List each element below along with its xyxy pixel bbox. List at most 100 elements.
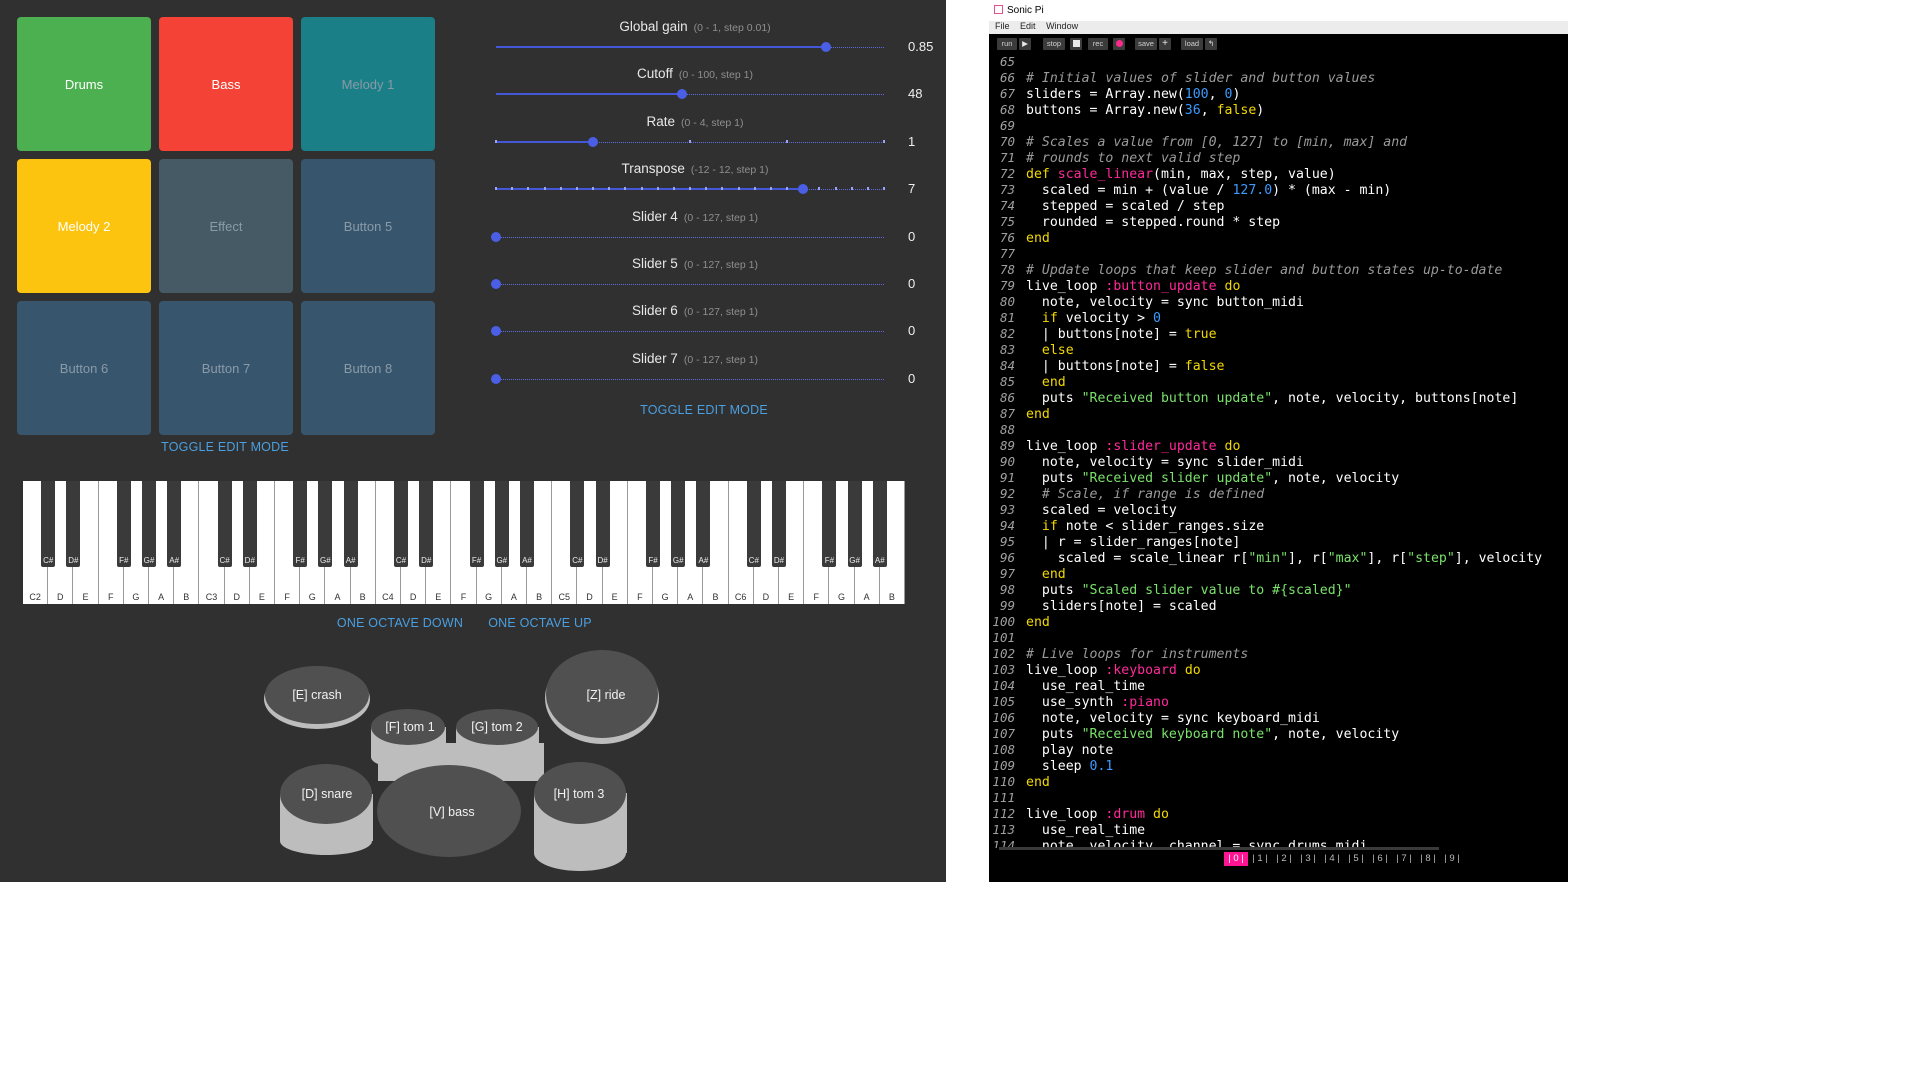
pad-button-5[interactable]: Effect <box>159 159 293 293</box>
piano-black-key[interactable]: C# <box>394 481 408 567</box>
piano-key-label: D# <box>773 556 785 565</box>
plus-icon[interactable]: + <box>1159 38 1171 50</box>
line-number: 100 <box>992 614 1015 629</box>
octave-up-button[interactable]: ONE OCTAVE UP <box>480 616 600 630</box>
editor-scrollbar[interactable] <box>999 847 1439 850</box>
menu-window[interactable]: Window <box>1046 21 1078 31</box>
drum-bass[interactable]: [V] bass <box>377 765 521 857</box>
code-line: 66 # Initial values of slider and button … <box>989 70 1375 86</box>
piano-black-key[interactable]: A# <box>167 481 182 567</box>
drum-tom-3[interactable]: [H] tom 3 <box>534 762 627 871</box>
load-button[interactable]: load <box>1181 38 1203 50</box>
pad-button-3[interactable]: Melody 1 <box>301 17 435 151</box>
slider-track[interactable] <box>496 378 884 380</box>
buffer-tab-5[interactable]: | 5 | <box>1344 852 1368 866</box>
buffer-tab-4[interactable]: | 4 | <box>1320 852 1344 866</box>
buffer-tab-6[interactable]: | 6 | <box>1368 852 1392 866</box>
record-icon[interactable] <box>1113 38 1125 50</box>
piano-black-key[interactable]: F# <box>469 481 484 567</box>
drum-snare[interactable]: [D] snare <box>280 764 373 855</box>
piano-black-key[interactable]: A# <box>520 481 534 567</box>
piano-black-key[interactable]: A# <box>872 481 887 567</box>
drum-ride[interactable]: [Z] ride <box>545 650 659 744</box>
piano-black-key[interactable]: A# <box>343 481 358 567</box>
buffer-tab-0[interactable]: | 0 | <box>1224 852 1248 866</box>
slider-title: Slider 5 (0 - 127, step 1) <box>490 256 900 271</box>
piano-key-label: D# <box>421 556 432 565</box>
drum-tom-2[interactable]: [G] tom 2 <box>456 709 539 769</box>
piano-black-key[interactable]: G# <box>494 481 509 567</box>
piano-black-key[interactable]: A# <box>696 481 711 567</box>
pad-button-8[interactable]: Button 7 <box>159 301 293 435</box>
load-icon[interactable]: ↰ <box>1205 38 1217 50</box>
drum-tom-1[interactable]: [F] tom 1 <box>371 709 446 769</box>
slider-track[interactable] <box>496 236 884 238</box>
piano-key-label: A <box>687 592 694 602</box>
stop-icon[interactable] <box>1070 38 1082 50</box>
play-icon[interactable]: ▶ <box>1019 38 1031 50</box>
slider-thumb[interactable] <box>491 373 501 384</box>
buffer-tab-8[interactable]: | 8 | <box>1416 852 1440 866</box>
slider-thumb[interactable] <box>820 42 831 52</box>
code-token: # Live loops for instruments <box>1026 647 1249 662</box>
buffer-tab-7[interactable]: | 7 | <box>1392 852 1416 866</box>
pad-button-7[interactable]: Button 6 <box>17 301 151 435</box>
pads-toggle-edit-mode-button[interactable]: TOGGLE EDIT MODE <box>150 440 300 454</box>
piano-black-key[interactable]: D# <box>772 481 786 567</box>
piano-black-key[interactable]: G# <box>142 481 156 567</box>
piano-black-key[interactable]: C# <box>217 481 232 567</box>
piano-black-key[interactable]: D# <box>419 481 434 567</box>
sonic-pi-window: Sonic Pi File Edit Window run ▶ stop rec… <box>989 0 1568 882</box>
code-token: puts <box>1026 391 1082 406</box>
buffer-tab-2[interactable]: | 2 | <box>1272 852 1296 866</box>
slider-step-tick <box>689 187 691 191</box>
pad-button-2[interactable]: Bass <box>159 17 293 151</box>
piano-black-key[interactable]: F# <box>293 481 308 567</box>
line-number: 104 <box>992 678 1015 693</box>
drum-crash[interactable]: [E] crash <box>264 666 370 729</box>
pad-button-1[interactable]: Drums <box>17 17 151 151</box>
menu-bar: File Edit Window <box>989 21 1568 34</box>
line-number: 110 <box>992 774 1015 789</box>
slider-thumb[interactable] <box>491 231 501 242</box>
piano-black-key[interactable]: D# <box>242 481 257 567</box>
octave-down-button[interactable]: ONE OCTAVE DOWN <box>330 616 470 630</box>
pad-button-4[interactable]: Melody 2 <box>17 159 151 293</box>
menu-edit[interactable]: Edit <box>1020 21 1036 31</box>
buffer-tab-1[interactable]: | 1 | <box>1248 852 1272 866</box>
piano-black-key[interactable]: F# <box>822 481 837 567</box>
piano-black-key[interactable]: D# <box>595 481 610 567</box>
slider-track[interactable] <box>496 331 884 333</box>
slider-thumb[interactable] <box>491 279 501 289</box>
slider-thumb[interactable] <box>491 326 501 337</box>
slider-step-tick <box>850 187 853 191</box>
slider-thumb[interactable] <box>797 184 808 195</box>
sliders-toggle-edit-mode-button[interactable]: TOGGLE EDIT MODE <box>629 403 779 417</box>
save-button[interactable]: save <box>1135 38 1157 50</box>
rec-button[interactable]: rec <box>1088 38 1108 50</box>
piano-black-key[interactable]: G# <box>318 481 333 567</box>
piano-black-key[interactable]: G# <box>671 481 686 567</box>
piano-black-key[interactable]: F# <box>646 481 660 567</box>
piano-black-key[interactable]: C# <box>570 481 585 567</box>
run-button[interactable]: run <box>997 38 1017 50</box>
stop-button[interactable]: stop <box>1043 38 1065 50</box>
code-token: sliders = Array.new( <box>1026 87 1185 102</box>
code-line: 88 <box>989 422 1026 438</box>
slider-thumb[interactable] <box>677 89 688 100</box>
pad-button-6[interactable]: Button 5 <box>301 159 435 293</box>
slider-name: Global gain <box>619 19 688 34</box>
slider-track[interactable] <box>496 284 884 285</box>
piano-black-key[interactable]: C# <box>746 481 761 567</box>
buffer-tab-9[interactable]: | 9 | <box>1440 852 1464 866</box>
buffer-tab-3[interactable]: | 3 | <box>1296 852 1320 866</box>
slider-thumb[interactable] <box>588 136 598 147</box>
code-editor[interactable]: 65 66 # Initial values of slider and butto… <box>989 54 1568 848</box>
piano-black-key[interactable]: F# <box>116 481 131 567</box>
piano-black-key[interactable]: C# <box>41 481 56 567</box>
slider-step-tick <box>834 187 837 191</box>
pad-button-9[interactable]: Button 8 <box>301 301 435 435</box>
menu-file[interactable]: File <box>995 21 1010 31</box>
piano-black-key[interactable]: G# <box>847 481 862 567</box>
piano-black-key[interactable]: D# <box>66 481 81 567</box>
